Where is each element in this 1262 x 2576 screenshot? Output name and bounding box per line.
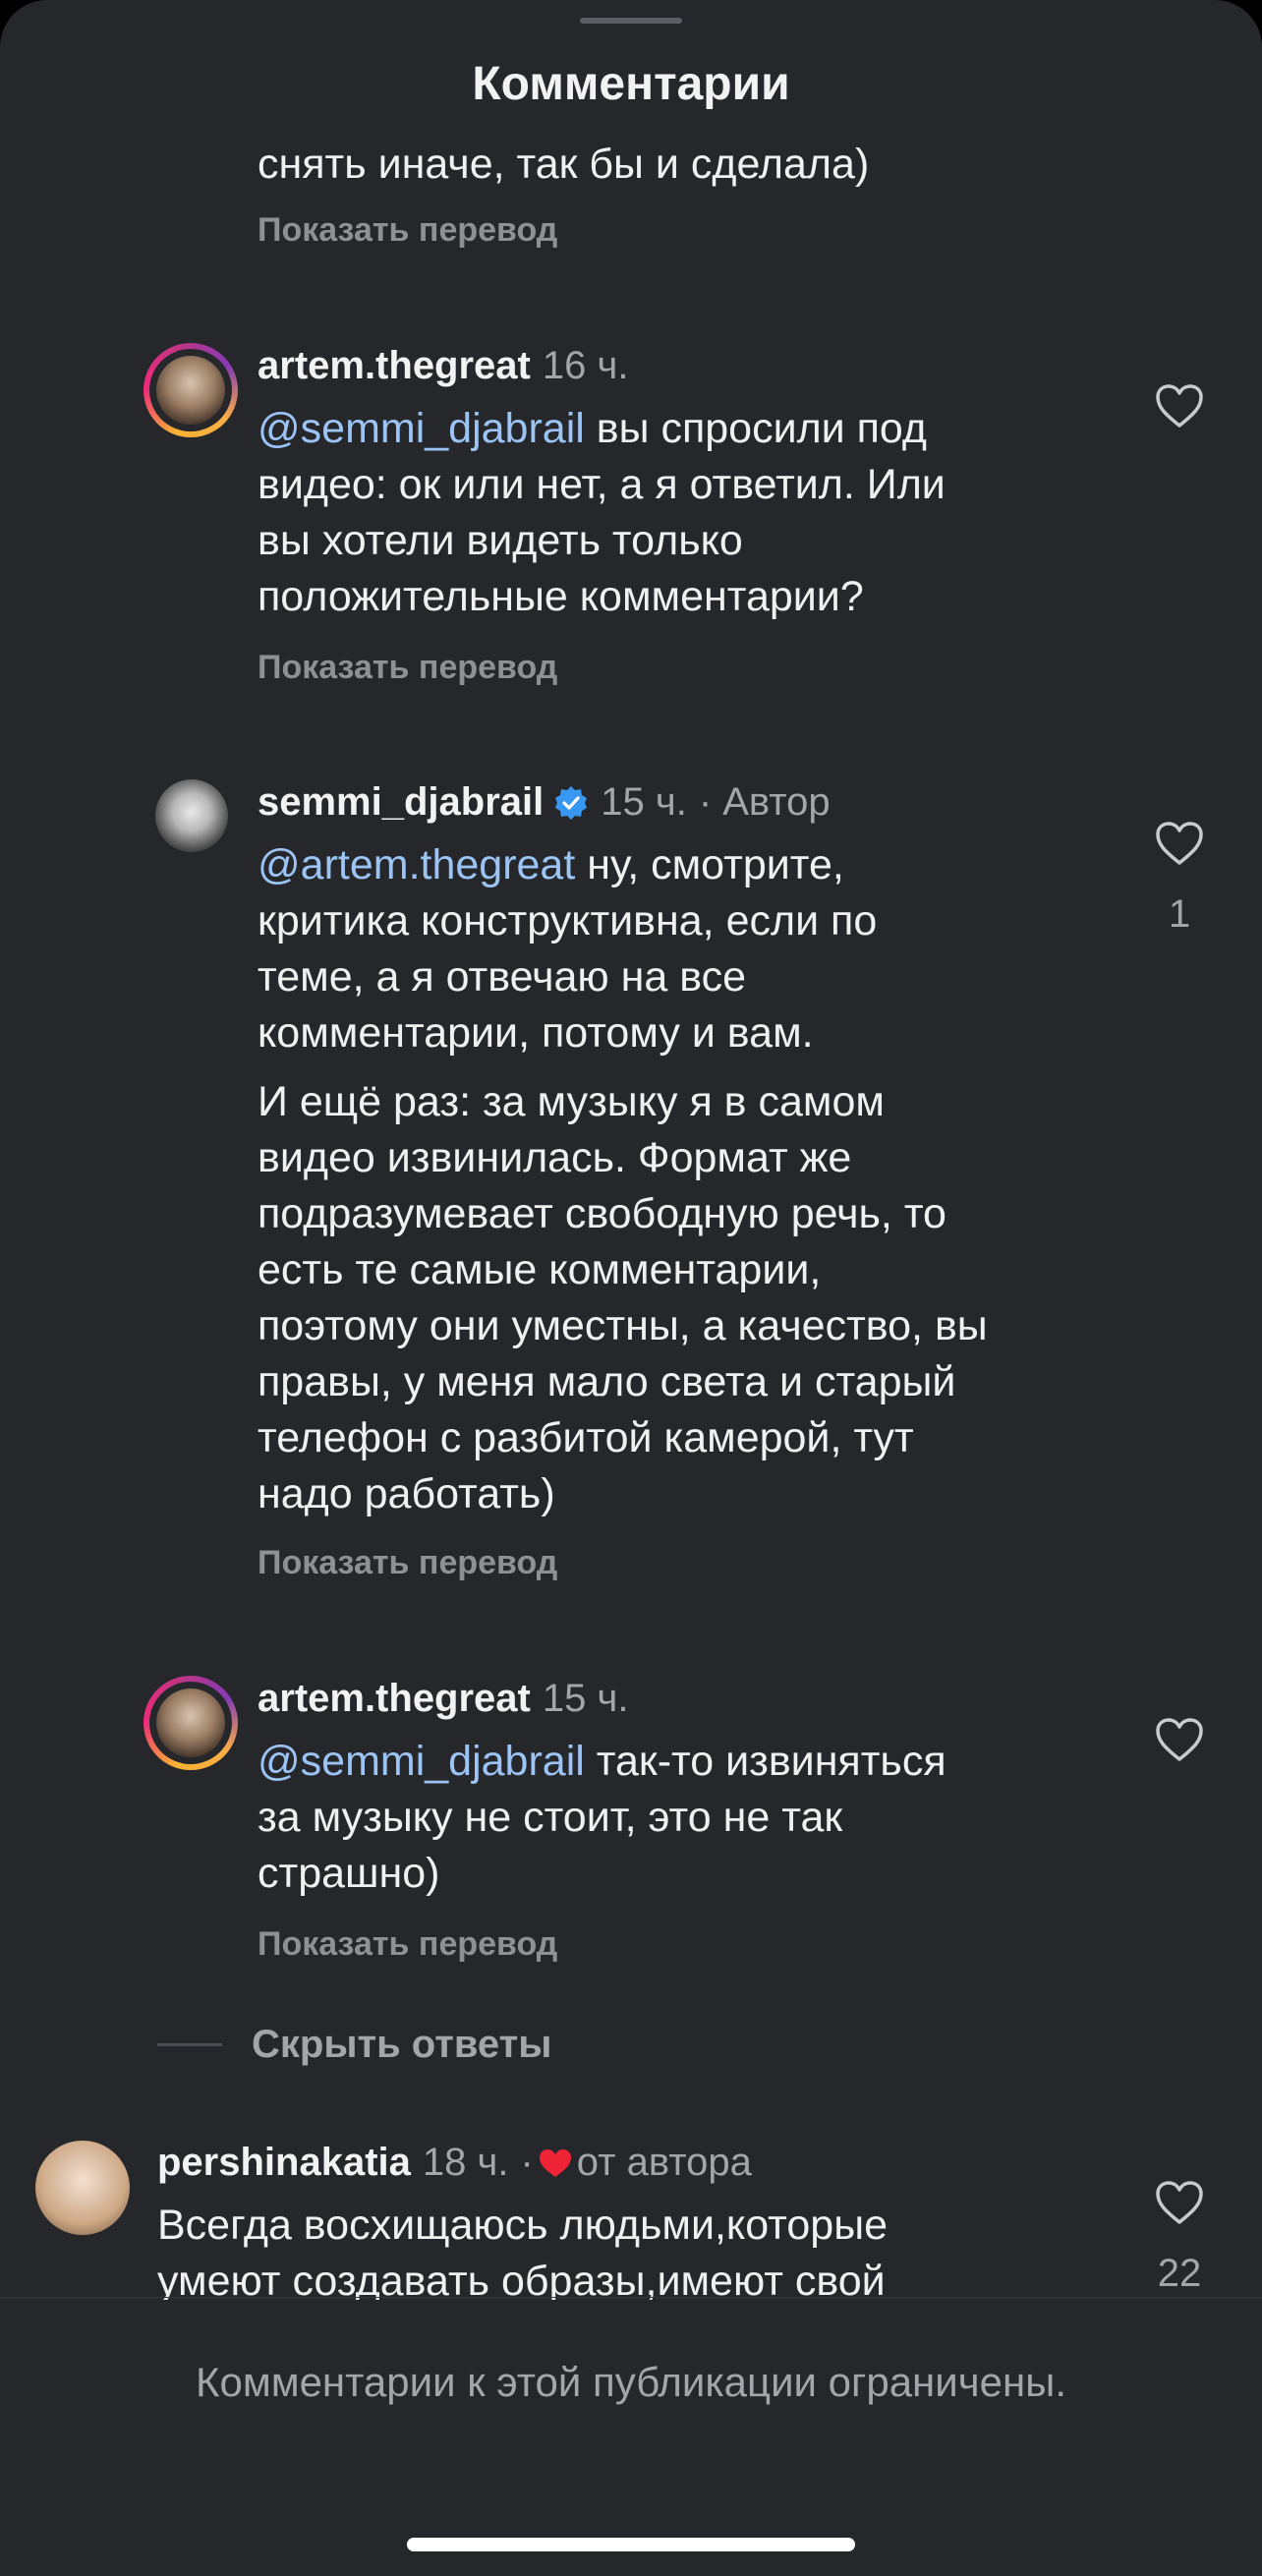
- comments-sheet: Комментарии снять иначе, так бы и сделал…: [0, 0, 1262, 2576]
- comment-text: снять иначе, так бы и сделала): [258, 141, 870, 188]
- mention-link[interactable]: @artem.thegreat: [258, 841, 575, 888]
- show-translation-link[interactable]: Показать перевод: [258, 649, 557, 687]
- author-label: · Автор: [698, 780, 831, 824]
- comment-text: @semmi_djabrail вы спросили под видео: о…: [258, 405, 946, 620]
- username[interactable]: semmi_djabrail: [258, 780, 544, 825]
- mention-link[interactable]: @semmi_djabrail: [258, 405, 585, 452]
- like-heart-icon[interactable]: [1155, 1717, 1204, 1762]
- sheet-title: Комментарии: [472, 58, 790, 110]
- comment-time: 18 ч.: [422, 2141, 509, 2184]
- like-heart-icon[interactable]: [1155, 383, 1204, 429]
- mention-link[interactable]: @semmi_djabrail: [258, 1738, 585, 1785]
- sheet-grabber[interactable]: [580, 18, 682, 24]
- avatar[interactable]: [143, 343, 238, 437]
- comments-list[interactable]: снять иначе, так бы и сделала) Показать …: [0, 138, 1262, 2300]
- separator-dot: ·: [520, 2141, 534, 2184]
- username[interactable]: pershinakatia: [157, 2141, 411, 2185]
- avatar[interactable]: [35, 2141, 130, 2235]
- liked-by-author-heart-icon: [539, 2148, 571, 2177]
- comment-time: 16 ч.: [542, 344, 629, 387]
- comment-text-paragraph: И ещё раз: за музыку я в самом видео изв…: [258, 1078, 988, 1517]
- comment-text: @artem.thegreat ну, смотрите, критика ко…: [258, 841, 878, 1057]
- home-indicator[interactable]: [407, 2538, 855, 2551]
- hide-replies-button[interactable]: Скрыть ответы: [252, 2023, 551, 2067]
- comment-time: 15 ч.: [601, 780, 687, 824]
- footer-divider: [0, 2297, 1262, 2298]
- show-translation-link[interactable]: Показать перевод: [258, 1925, 557, 1964]
- hide-replies-divider: [157, 2043, 222, 2046]
- comment-text: Всегда восхищаюсь людьми,которые умеют с…: [157, 2202, 889, 2300]
- username[interactable]: artem.thegreat: [258, 344, 531, 388]
- avatar[interactable]: [143, 1676, 238, 1770]
- avatar[interactable]: [155, 779, 228, 852]
- username[interactable]: artem.thegreat: [258, 1677, 531, 1721]
- show-translation-link[interactable]: Показать перевод: [258, 1544, 557, 1582]
- verified-badge-icon: [555, 785, 588, 820]
- comments-restricted-notice: Комментарии к этой публикации ограничены…: [196, 2359, 1066, 2405]
- like-count: 22: [1157, 2252, 1202, 2295]
- like-heart-icon[interactable]: [1155, 821, 1204, 866]
- show-translation-link[interactable]: Показать перевод: [258, 211, 557, 250]
- comment-text: @semmi_djabrail так-то извиняться за муз…: [258, 1738, 946, 1897]
- like-count: 1: [1168, 892, 1191, 936]
- like-heart-icon[interactable]: [1155, 2180, 1204, 2225]
- liked-by-author-label: от автора: [576, 2141, 752, 2184]
- comment-time: 15 ч.: [542, 1677, 629, 1720]
